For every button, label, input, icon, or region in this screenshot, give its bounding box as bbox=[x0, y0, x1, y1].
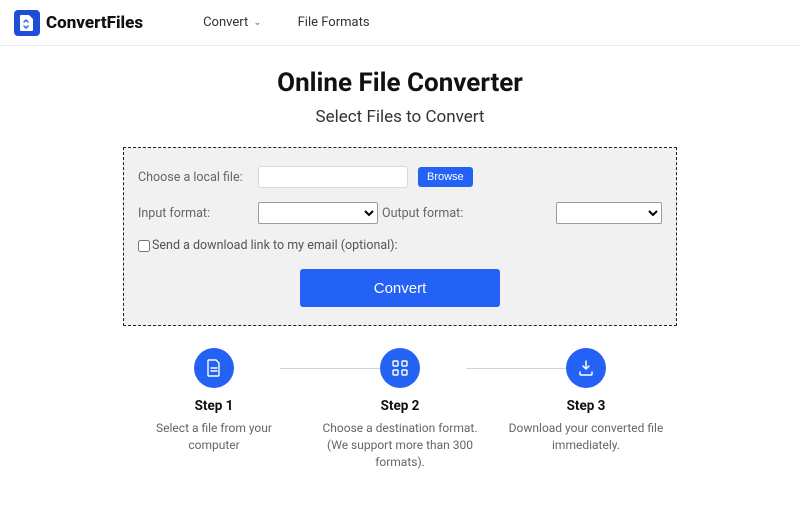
email-checkbox-label: Send a download link to my email (option… bbox=[152, 238, 398, 253]
brand-icon bbox=[14, 10, 40, 36]
brand-name: ConvertFiles bbox=[46, 13, 143, 33]
header: ConvertFiles Convert ⌄ File Formats bbox=[0, 0, 800, 46]
nav-file-formats[interactable]: File Formats bbox=[298, 15, 370, 30]
convert-button[interactable]: Convert bbox=[300, 269, 500, 307]
step-3: Step 3 Download your converted file imme… bbox=[493, 348, 679, 470]
output-format-select[interactable] bbox=[556, 202, 662, 224]
format-row: Input format: Output format: bbox=[138, 202, 662, 224]
page-subtitle: Select Files to Convert bbox=[0, 107, 800, 127]
file-row: Choose a local file: Browse bbox=[138, 166, 662, 188]
output-format-label: Output format: bbox=[382, 206, 463, 221]
hero: Online File Converter Select Files to Co… bbox=[0, 68, 800, 127]
step-1: Step 1 Select a file from your computer bbox=[121, 348, 307, 470]
input-format-label: Input format: bbox=[138, 206, 258, 221]
nav-convert[interactable]: Convert ⌄ bbox=[203, 15, 262, 30]
step-title: Step 1 bbox=[121, 398, 307, 414]
page-title: Online File Converter bbox=[0, 68, 800, 98]
brand[interactable]: ConvertFiles bbox=[14, 10, 143, 36]
browse-button[interactable]: Browse bbox=[418, 167, 473, 187]
converter-panel: Choose a local file: Browse Input format… bbox=[123, 147, 677, 326]
file-icon bbox=[194, 348, 234, 388]
choose-file-label: Choose a local file: bbox=[138, 170, 258, 185]
nav-convert-label: Convert bbox=[203, 15, 248, 30]
nav: Convert ⌄ File Formats bbox=[203, 15, 369, 30]
step-desc: Download your converted file immediately… bbox=[493, 420, 679, 454]
step-title: Step 3 bbox=[493, 398, 679, 414]
step-2: Step 2 Choose a destination format. (We … bbox=[307, 348, 493, 470]
step-title: Step 2 bbox=[307, 398, 493, 414]
grid-icon bbox=[380, 348, 420, 388]
steps: Step 1 Select a file from your computer … bbox=[0, 348, 800, 470]
nav-file-formats-label: File Formats bbox=[298, 15, 370, 30]
download-icon bbox=[566, 348, 606, 388]
input-format-select[interactable] bbox=[258, 202, 378, 224]
email-row: Send a download link to my email (option… bbox=[138, 238, 662, 253]
step-desc: Choose a destination format. (We support… bbox=[307, 420, 493, 470]
email-checkbox[interactable] bbox=[138, 240, 150, 252]
chevron-down-icon: ⌄ bbox=[253, 17, 261, 28]
step-desc: Select a file from your computer bbox=[121, 420, 307, 454]
file-input[interactable] bbox=[258, 166, 408, 188]
